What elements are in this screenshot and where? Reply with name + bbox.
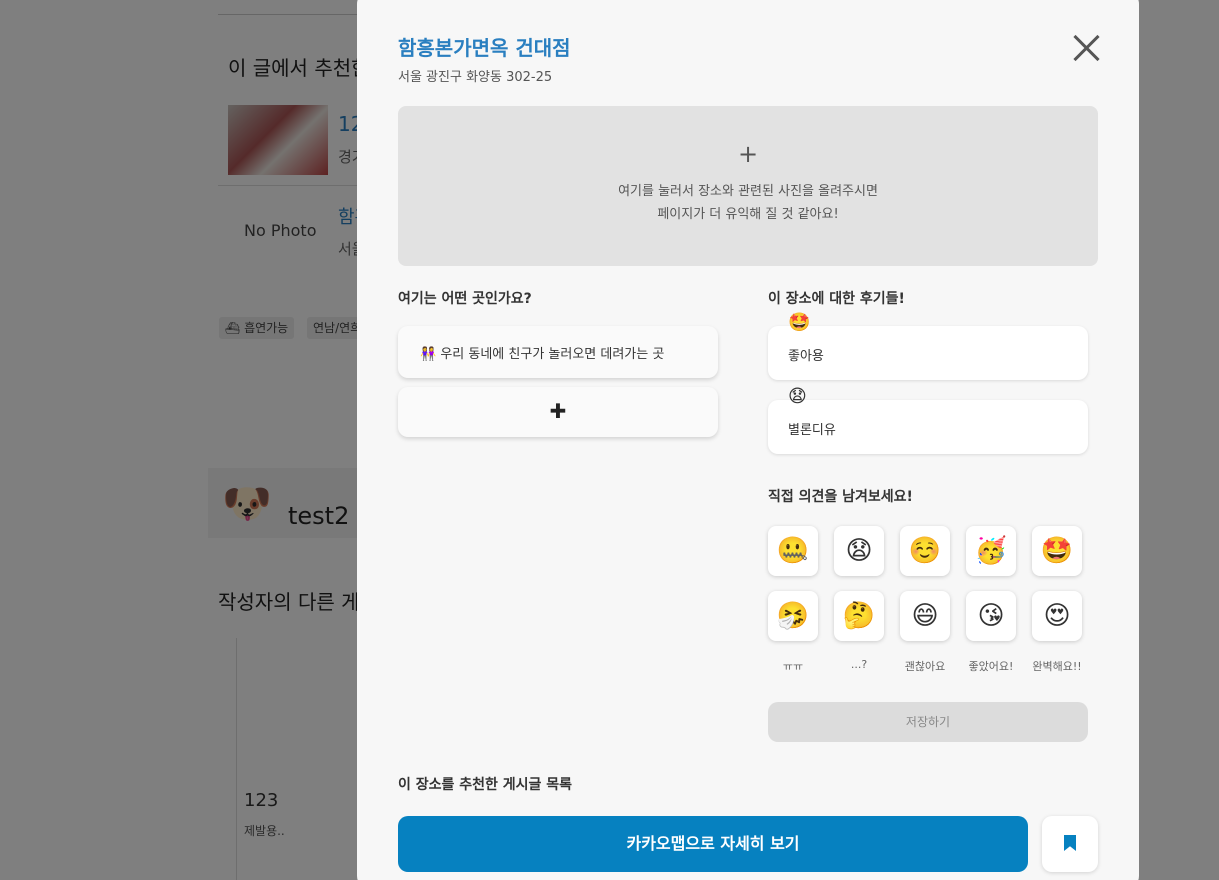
thinking-icon[interactable]: 🤔 [834, 591, 884, 641]
review-item: 😧 별론디유 [768, 388, 1088, 454]
photo-upload-area[interactable]: + 여기를 눌러서 장소와 관련된 사진을 올려주시면 페이지가 더 유익해 질… [398, 106, 1098, 266]
grinning-icon[interactable]: 😄 [900, 591, 950, 641]
emoji-label: ...? [850, 658, 868, 671]
plus-icon: ✚ [549, 399, 567, 423]
opinion-label: 직접 의견을 남겨보세요! [768, 489, 913, 505]
place-address: 서울 광진구 화양동 302-25 [398, 70, 553, 85]
kissing-heart-icon[interactable]: 😘 [966, 591, 1016, 641]
star-struck-icon: 🤩 [788, 312, 811, 333]
kakao-map-button[interactable]: 카카오맵으로 자세히 보기 [398, 816, 1028, 872]
hushed-icon[interactable]: 😧 [834, 526, 884, 576]
party-face-icon[interactable]: 🥳 [966, 526, 1016, 576]
chip-label: 👭 우리 동네에 친구가 놀러오면 데려가는 곳 [420, 347, 665, 362]
star-struck-icon[interactable]: 🤩 [1032, 526, 1082, 576]
two-women-icon: 👭 [420, 347, 437, 362]
emoji-label: 좋았어요! [968, 660, 1014, 673]
review-text: 별론디유 [788, 423, 836, 438]
emoji-label: 괜찮아요 [904, 660, 946, 673]
bookmark-button[interactable] [1042, 816, 1098, 872]
close-icon[interactable] [1069, 30, 1105, 66]
zipper-mouth-icon[interactable]: 🤐 [768, 526, 818, 576]
upload-line-2: 페이지가 더 유익해 질 것 같아요! [657, 207, 839, 222]
add-type-button[interactable]: ✚ [398, 387, 718, 437]
save-button[interactable]: 저장하기 [768, 702, 1088, 742]
place-modal: 함흥본가면옥 건대점 서울 광진구 화양동 302-25 + 여기를 눌러서 장… [357, 0, 1139, 880]
upload-instructions: 여기를 눌러서 장소와 관련된 사진을 올려주시면 페이지가 더 유익해 질 것… [398, 180, 1098, 226]
upload-line-1: 여기를 눌러서 장소와 관련된 사진을 올려주시면 [618, 184, 878, 199]
what-place-label: 여기는 어떤 곳인가요? [398, 291, 532, 307]
hushed-icon: 😧 [788, 386, 807, 407]
smiling-icon[interactable]: ☺️ [900, 526, 950, 576]
plus-icon: + [737, 140, 759, 168]
emoji-label: 완벽해요!! [1032, 660, 1082, 673]
review-item: 🤩 좋아용 [768, 314, 1088, 380]
reviews-label: 이 장소에 대한 후기들! [768, 291, 905, 307]
bookmark-icon [1064, 835, 1076, 851]
recommended-posts-label: 이 장소를 추천한 게시글 목록 [398, 777, 573, 793]
review-text: 좋아용 [788, 349, 824, 364]
place-type-chip[interactable]: 👭 우리 동네에 친구가 놀러오면 데려가는 곳 [398, 326, 718, 378]
place-name: 함흥본가면옥 건대점 [398, 36, 571, 60]
heart-eyes-icon[interactable]: 😍 [1032, 591, 1082, 641]
sneezing-icon[interactable]: 🤧 [768, 591, 818, 641]
emoji-label: ㅠㅠ [782, 660, 804, 673]
